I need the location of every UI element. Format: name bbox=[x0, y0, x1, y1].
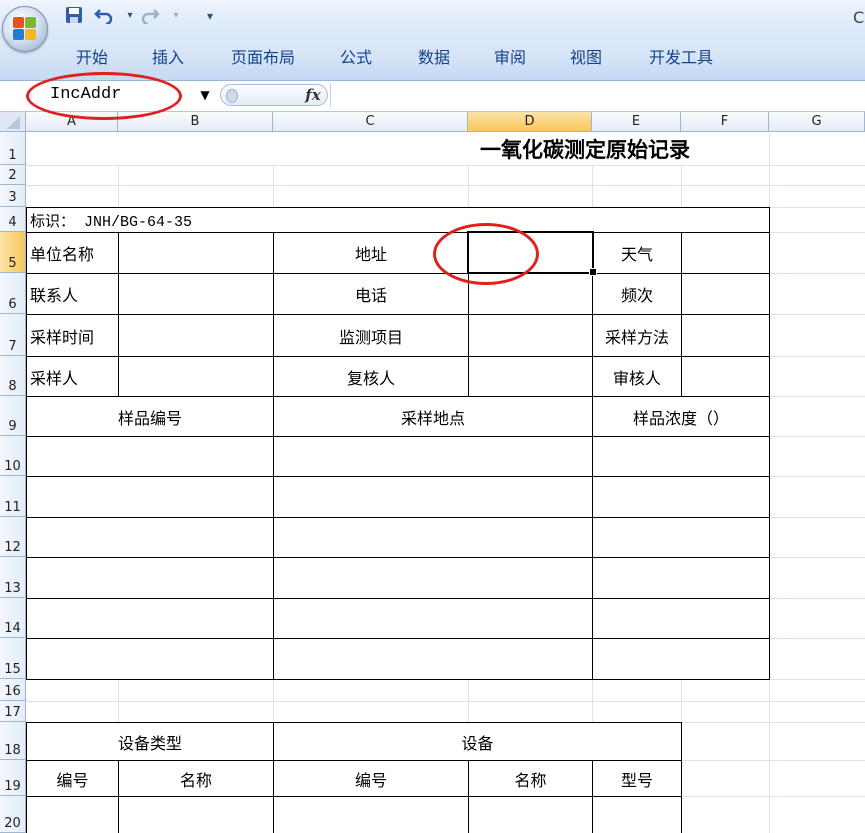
row-header-9[interactable]: 9 bbox=[0, 396, 26, 436]
sample-concentration-header[interactable]: 样品浓度（） bbox=[593, 397, 769, 436]
weather-label[interactable]: 天气 bbox=[593, 233, 681, 273]
unit-name-label[interactable]: 单位名称 bbox=[27, 233, 121, 273]
equipment-type-header[interactable]: 设备类型 bbox=[27, 723, 273, 760]
splitter-handle-icon bbox=[226, 89, 238, 103]
column-header-e[interactable]: E bbox=[592, 112, 681, 132]
redo-dropdown-icon[interactable]: ▾ bbox=[166, 6, 186, 26]
row-header-3[interactable]: 3 bbox=[0, 185, 26, 207]
rechecker-label[interactable]: 复核人 bbox=[274, 357, 468, 396]
row-header-7[interactable]: 7 bbox=[0, 314, 26, 356]
frequency-label[interactable]: 频次 bbox=[593, 274, 681, 314]
model-header[interactable]: 型号 bbox=[593, 761, 681, 796]
select-all-corner[interactable] bbox=[0, 112, 26, 132]
insert-function-icon[interactable]: fx bbox=[300, 84, 326, 106]
tab-view[interactable]: 视图 bbox=[560, 46, 612, 70]
tab-page-layout[interactable]: 页面布局 bbox=[222, 46, 304, 70]
row-header-6[interactable]: 6 bbox=[0, 273, 26, 314]
reviewer-label[interactable]: 审核人 bbox=[593, 357, 681, 396]
column-header-g[interactable]: G bbox=[769, 112, 865, 132]
save-icon[interactable] bbox=[64, 6, 84, 26]
column-header-d[interactable]: D bbox=[468, 112, 592, 132]
row-header-4[interactable]: 4 bbox=[0, 207, 26, 232]
row-header-14[interactable]: 14 bbox=[0, 598, 26, 638]
row-header-10[interactable]: 10 bbox=[0, 436, 26, 476]
sampler-label[interactable]: 采样人 bbox=[27, 357, 121, 396]
sampling-method-label[interactable]: 采样方法 bbox=[593, 315, 681, 356]
undo-dropdown-icon[interactable]: ▾ bbox=[120, 6, 140, 26]
sampling-time-label[interactable]: 采样时间 bbox=[27, 315, 121, 356]
tab-developer[interactable]: 开发工具 bbox=[640, 46, 722, 70]
customize-toolbar-icon[interactable]: ▾ bbox=[200, 6, 220, 26]
sampling-site-header[interactable]: 采样地点 bbox=[274, 397, 592, 436]
row-header-17[interactable]: 17 bbox=[0, 701, 26, 722]
name-box-annotation-ellipse bbox=[26, 72, 182, 120]
row-header-12[interactable]: 12 bbox=[0, 517, 26, 557]
tab-data[interactable]: 数据 bbox=[408, 46, 460, 70]
formula-input[interactable] bbox=[330, 83, 865, 107]
office-button[interactable] bbox=[2, 6, 48, 52]
cell-annotation-ellipse bbox=[433, 223, 539, 285]
row-header-1[interactable]: 1 bbox=[0, 132, 26, 165]
equipment-name-header[interactable]: 名称 bbox=[469, 761, 592, 796]
type-number-header[interactable]: 编号 bbox=[27, 761, 118, 796]
tab-insert[interactable]: 插入 bbox=[142, 46, 194, 70]
equipment-header[interactable]: 设备 bbox=[274, 723, 681, 760]
row-header-5[interactable]: 5 bbox=[0, 232, 26, 273]
redo-icon[interactable] bbox=[140, 6, 160, 26]
row-header-15[interactable]: 15 bbox=[0, 638, 26, 679]
row-header-2[interactable]: 2 bbox=[0, 165, 26, 185]
column-header-f[interactable]: F bbox=[681, 112, 769, 132]
mark-label[interactable]: 标识： JNH/BG-64-35 bbox=[27, 208, 430, 232]
tab-review[interactable]: 审阅 bbox=[484, 46, 536, 70]
monitor-item-label[interactable]: 监测项目 bbox=[274, 315, 468, 356]
type-name-header[interactable]: 名称 bbox=[119, 761, 273, 796]
contact-label[interactable]: 联系人 bbox=[27, 274, 121, 314]
row-header-8[interactable]: 8 bbox=[0, 356, 26, 396]
row-header-11[interactable]: 11 bbox=[0, 476, 26, 517]
row-header-16[interactable]: 16 bbox=[0, 679, 26, 701]
sample-number-header[interactable]: 样品编号 bbox=[27, 397, 273, 436]
window-title-fragment: C bbox=[853, 8, 865, 27]
column-header-c[interactable]: C bbox=[273, 112, 468, 132]
row-header-13[interactable]: 13 bbox=[0, 557, 26, 598]
undo-icon[interactable] bbox=[94, 6, 114, 26]
office-logo-icon bbox=[13, 17, 37, 41]
row-header-19[interactable]: 19 bbox=[0, 760, 26, 796]
name-box-dropdown-icon[interactable]: ▼ bbox=[196, 83, 214, 107]
sheet-title[interactable]: 一氧化碳测定原始记录 bbox=[463, 133, 707, 165]
phone-label[interactable]: 电话 bbox=[274, 274, 468, 314]
tab-formulas[interactable]: 公式 bbox=[330, 46, 382, 70]
equipment-number-header[interactable]: 编号 bbox=[274, 761, 468, 796]
fill-handle[interactable] bbox=[589, 268, 597, 276]
row-header-18[interactable]: 18 bbox=[0, 722, 26, 760]
row-header-20[interactable]: 20 bbox=[0, 796, 26, 833]
tab-home[interactable]: 开始 bbox=[66, 46, 118, 70]
